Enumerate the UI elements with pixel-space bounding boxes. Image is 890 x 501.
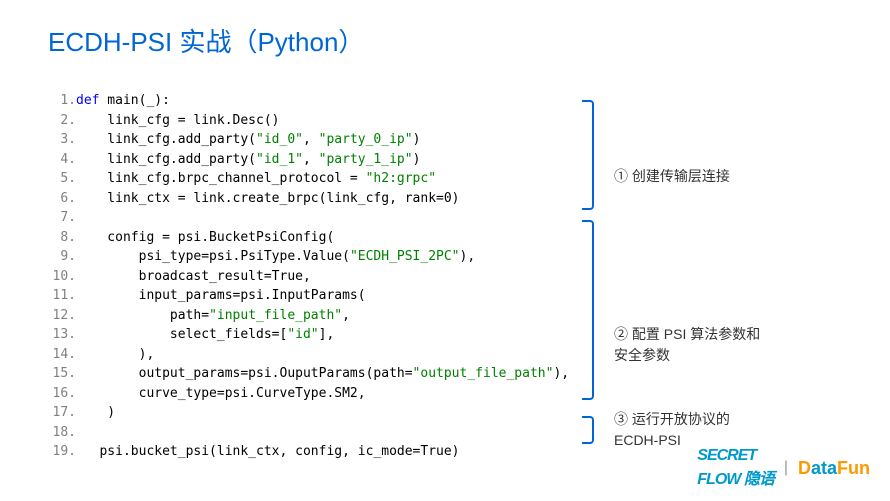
bracket-icon — [582, 416, 594, 444]
annotation-3-text: ③ 运行开放协议的 ECDH-PSI — [610, 409, 730, 451]
separator: | — [784, 459, 788, 477]
annotation-2-text: ② 配置 PSI 算法参数和 安全参数 — [610, 324, 760, 366]
annotation-2: ② 配置 PSI 算法参数和 安全参数 — [610, 220, 860, 400]
logo-main: SECRET — [697, 447, 774, 465]
annotations: ① 创建传输层连接 ② 配置 PSI 算法参数和 安全参数 ③ 运行开放协议的 … — [610, 100, 860, 460]
code-block: 1.def main(_): 2. link_cfg = link.Desc()… — [48, 91, 569, 462]
secretflow-logo: SECRET FLOW 隐语 — [697, 447, 774, 489]
bracket-icon — [582, 220, 594, 400]
logo-sub: FLOW 隐语 — [697, 465, 774, 489]
annotation-3: ③ 运行开放协议的 ECDH-PSI — [610, 410, 860, 450]
annotation-1: ① 创建传输层连接 — [610, 100, 860, 210]
annotation-1-text: ① 创建传输层连接 — [610, 166, 730, 187]
page-title: ECDH-PSI 实战（Python） — [0, 0, 890, 59]
bracket-icon — [582, 100, 594, 210]
footer: SECRET FLOW 隐语 | DataFun — [697, 447, 870, 489]
datafun-logo: DataFun — [798, 458, 870, 479]
